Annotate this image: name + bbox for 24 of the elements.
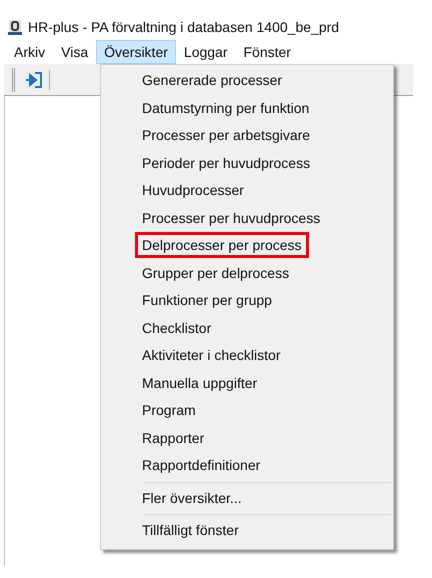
menu-entry[interactable]: Funktioner per grupp — [101, 287, 393, 314]
menu-entry[interactable]: Perioder per huvudprocess — [101, 150, 393, 177]
menu-entry[interactable]: Program — [101, 397, 393, 424]
menu-item[interactable]: Översikter — [96, 40, 176, 64]
menu-item[interactable]: Loggar — [176, 40, 236, 64]
menu-entry[interactable]: Huvudprocesser — [101, 177, 393, 204]
menu-entry[interactable]: Rapportdefinitioner — [101, 452, 393, 480]
menu-entry[interactable]: Rapporter — [101, 424, 393, 452]
window-title: HR-plus - PA förvaltning i databasen 1400_be_prd — [28, 18, 340, 37]
menu-entry[interactable]: Checklistor — [101, 314, 393, 342]
menu-item[interactable]: Visa — [53, 40, 96, 64]
menu-entry[interactable]: Genererade processer — [101, 67, 393, 94]
menu-entry[interactable]: Delprocesser per process — [101, 232, 393, 260]
app-icon — [8, 19, 22, 35]
menu-entry[interactable]: Fler översikter... — [101, 484, 393, 512]
menu-entry[interactable]: Datumstyrning per funktion — [101, 94, 393, 122]
menu-item[interactable]: Fönster — [236, 40, 299, 64]
menu-entry[interactable]: Grupper per delprocess — [101, 260, 393, 287]
menu-entry[interactable]: Tillfälligt fönster — [101, 517, 393, 544]
menu-entry[interactable]: Manuella uppgifter — [101, 370, 393, 397]
menu-entry[interactable]: Processer per arbetsgivare — [101, 122, 393, 150]
menu-entry[interactable]: Processer per huvudprocess — [101, 204, 393, 232]
menu-entry[interactable]: Aktiviteter i checklistor — [101, 342, 393, 370]
menu-item[interactable]: Arkiv — [6, 40, 54, 64]
